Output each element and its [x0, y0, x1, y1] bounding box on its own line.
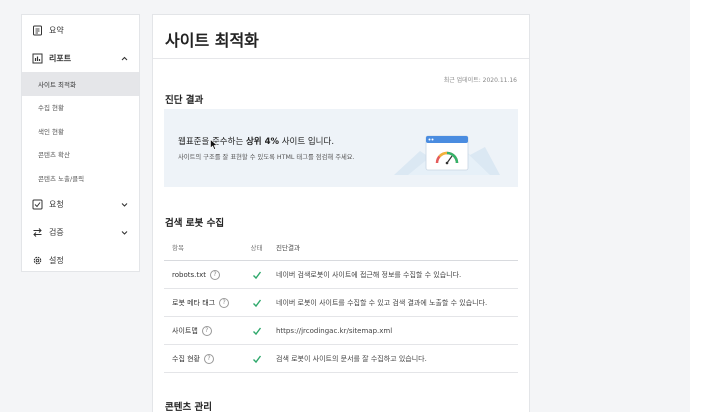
table-row: 수집 현황? 검색 로봇이 사이트의 문서를 잘 수집하고 있습니다.	[164, 345, 518, 373]
browser-gauge-illustration	[394, 135, 500, 175]
sidebar-item-label: 검증	[49, 228, 64, 237]
column-header-result: 진단결과	[276, 243, 300, 252]
chevron-down-icon[interactable]	[120, 228, 129, 237]
row-item-label: 수집 현황	[172, 354, 200, 363]
chevron-up-icon[interactable]	[120, 54, 129, 63]
sidebar: 요약 리포트 사이트 최적화 수집 현황 색인 현황 콘텐츠 확산 콘텐츠 노출…	[21, 14, 140, 272]
table-row: 사이트맵? https://jrcodingac.kr/sitemap.xml	[164, 317, 518, 345]
bar-chart-icon	[32, 53, 43, 64]
divider	[153, 58, 529, 59]
row-item-label: robots.txt	[172, 270, 206, 279]
mouse-cursor-icon	[210, 139, 218, 150]
sidebar-subitem-index-status[interactable]: 색인 현황	[22, 119, 139, 143]
contents-section-title: 콘텐츠 관리	[165, 402, 213, 412]
row-item-label: 로봇 메타 태그	[172, 298, 216, 307]
row-result: 네이버 검색로봇이 사이트에 접근해 정보를 수집할 수 있습니다.	[276, 270, 462, 279]
sidebar-item-label: 요청	[49, 200, 64, 209]
diagnosis-summary: 웹표준을 준수하는 상위 4% 사이트 입니다.	[178, 135, 334, 147]
table-row: 로봇 메타 태그? 네이버 로봇이 사이트를 수집할 수 있고 검색 결과에 노…	[164, 289, 518, 317]
page-edge	[690, 0, 710, 412]
column-header-status: 상태	[250, 243, 263, 252]
crawl-section-title: 검색 로봇 수집	[165, 218, 225, 229]
table-row: robots.txt? 네이버 검색로봇이 사이트에 접근해 정보를 수집할 수…	[164, 261, 518, 289]
help-icon[interactable]: ?	[219, 297, 230, 308]
checkbox-icon	[32, 199, 43, 210]
sidebar-item-report[interactable]: 리포트	[22, 44, 139, 72]
diagnosis-summary-suffix: 사이트 입니다.	[279, 137, 335, 147]
row-result: 검색 로봇이 사이트의 문서를 잘 수집하고 있습니다.	[276, 354, 427, 363]
diagnosis-section-title: 진단 결과	[165, 95, 204, 106]
sidebar-item-settings[interactable]: 설정	[22, 247, 139, 275]
swap-arrows-icon	[32, 227, 43, 238]
document-icon	[32, 25, 43, 36]
diagnosis-hint: 사이트의 구조를 잘 표현할 수 있도록 HTML 태그를 점검해 주세요.	[178, 154, 355, 161]
check-icon	[252, 299, 261, 307]
help-icon[interactable]: ?	[209, 269, 220, 280]
sidebar-item-summary[interactable]: 요약	[22, 16, 139, 44]
gear-icon	[32, 255, 43, 266]
sidebar-item-request[interactable]: 요청	[22, 191, 139, 219]
sidebar-item-label: 설정	[49, 256, 64, 265]
sidebar-item-verify[interactable]: 검증	[22, 219, 139, 247]
help-icon[interactable]: ?	[204, 353, 214, 364]
last-updated: 최근 업데이트: 2020.11.16	[443, 77, 517, 84]
sidebar-subitem-crawl-status[interactable]: 수집 현황	[22, 96, 139, 120]
sidebar-subitem-content-exposure[interactable]: 콘텐츠 노출/클릭	[22, 166, 139, 190]
row-result: 네이버 로봇이 사이트를 수집할 수 있고 검색 결과에 노출할 수 있습니다.	[276, 298, 488, 307]
main-panel: 사이트 최적화 최근 업데이트: 2020.11.16 진단 결과 웹표준을 준…	[152, 14, 530, 412]
sidebar-item-label: 리포트	[49, 53, 72, 63]
column-header-item: 항목	[172, 243, 184, 252]
sidebar-subitem-content-spread[interactable]: 콘텐츠 확산	[22, 143, 139, 167]
check-icon	[252, 327, 261, 335]
check-icon	[252, 355, 261, 363]
row-result: https://jrcodingac.kr/sitemap.xml	[276, 326, 393, 335]
table-header: 항목 상태 진단결과	[164, 233, 518, 261]
sidebar-subitem-site-optimization[interactable]: 사이트 최적화	[22, 72, 139, 96]
row-item-label: 사이트맵	[172, 326, 198, 335]
sidebar-item-label: 요약	[49, 25, 64, 35]
chevron-down-icon[interactable]	[120, 200, 129, 209]
crawl-table: 항목 상태 진단결과 robots.txt? 네이버 검색로봇이 사이트에 접근…	[164, 233, 518, 373]
diagnosis-rank: 상위 4%	[245, 137, 279, 147]
check-icon	[252, 271, 261, 279]
help-icon[interactable]: ?	[201, 325, 212, 336]
page-title: 사이트 최적화	[165, 31, 259, 50]
